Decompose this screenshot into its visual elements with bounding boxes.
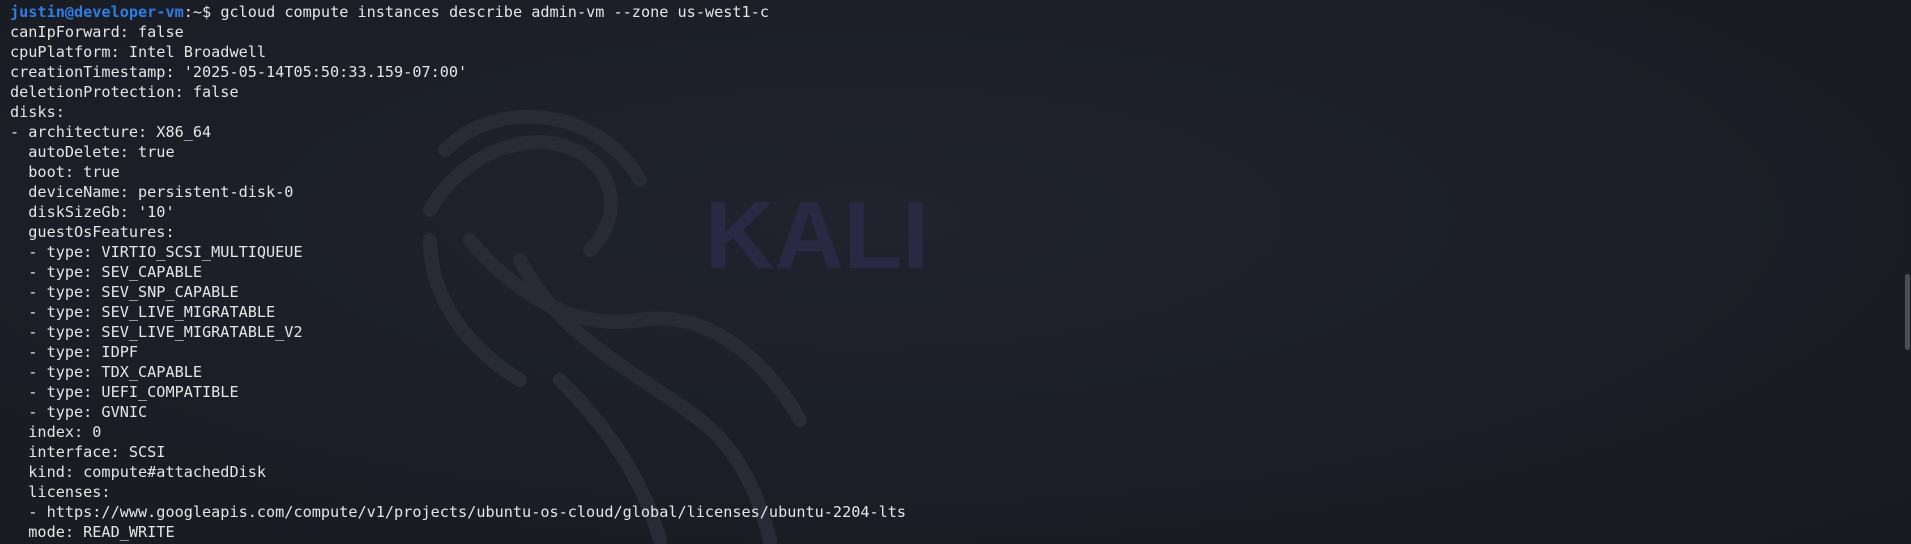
prompt-line: justin@developer-vm:~$ gcloud compute in… xyxy=(10,2,1891,22)
output-line: - type: SEV_SNP_CAPABLE xyxy=(10,283,239,301)
output-line: - type: SEV_LIVE_MIGRATABLE_V2 xyxy=(10,323,303,341)
scrollbar[interactable] xyxy=(1903,0,1911,544)
output-line: disks: xyxy=(10,103,65,121)
output-line: - type: SEV_LIVE_MIGRATABLE xyxy=(10,303,276,321)
output-line: index: 0 xyxy=(10,423,102,441)
output-line: - type: SEV_CAPABLE xyxy=(10,263,203,281)
output-line: - https://www.googleapis.com/compute/v1/… xyxy=(10,503,907,521)
output-line: - type: UEFI_COMPATIBLE xyxy=(10,383,239,401)
prompt-separator: : xyxy=(183,3,193,21)
output-line: interface: SCSI xyxy=(10,443,166,461)
scrollbar-thumb[interactable] xyxy=(1905,274,1910,350)
prompt-user-host: justin@developer-vm xyxy=(10,3,184,21)
output-line: canIpForward: false xyxy=(10,23,184,41)
output-line: - type: GVNIC xyxy=(10,403,148,421)
terminal-output[interactable]: justin@developer-vm:~$ gcloud compute in… xyxy=(10,2,1891,542)
output-line: boot: true xyxy=(10,163,120,181)
prompt-symbol: $ xyxy=(202,3,212,21)
output-line: - type: IDPF xyxy=(10,343,139,361)
output-line: licenses: xyxy=(10,483,111,501)
output-line: kind: compute#attachedDisk xyxy=(10,463,267,481)
command-text: gcloud compute instances describe admin-… xyxy=(211,3,769,21)
output-line: deviceName: persistent-disk-0 xyxy=(10,183,294,201)
output-line: - type: TDX_CAPABLE xyxy=(10,363,203,381)
output-line: guestOsFeatures: xyxy=(10,223,175,241)
prompt-path: ~ xyxy=(192,3,203,21)
output-line: autoDelete: true xyxy=(10,143,175,161)
output-line: cpuPlatform: Intel Broadwell xyxy=(10,43,267,61)
output-line: diskSizeGb: '10' xyxy=(10,203,175,221)
output-line: - architecture: X86_64 xyxy=(10,123,212,141)
output-line: deletionProtection: false xyxy=(10,83,239,101)
terminal-window[interactable]: KALI justin@developer-vm:~$ gcloud compu… xyxy=(0,0,1911,544)
output-line: - type: VIRTIO_SCSI_MULTIQUEUE xyxy=(10,243,303,261)
output-line: mode: READ_WRITE xyxy=(10,523,175,541)
output-line: creationTimestamp: '2025-05-14T05:50:33.… xyxy=(10,63,468,81)
